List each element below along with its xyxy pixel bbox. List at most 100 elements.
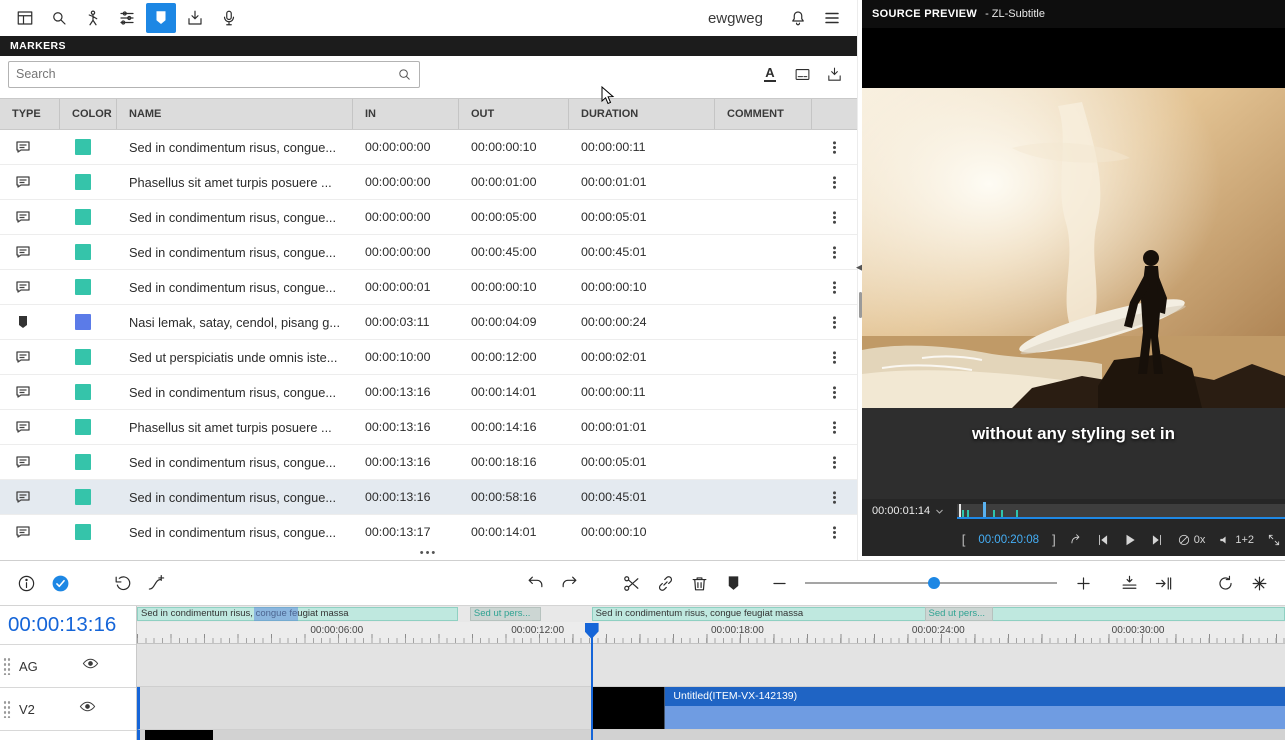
track-drag-handle[interactable]	[3, 700, 11, 718]
preview-scrubber[interactable]	[957, 504, 1285, 519]
color-chip[interactable]	[75, 279, 91, 295]
column-out[interactable]: OUT	[459, 99, 569, 129]
sparkle-icon[interactable]	[1245, 569, 1273, 597]
track-visibility-eye-icon[interactable]	[79, 698, 96, 720]
timeline-ruler[interactable]: 00:00:06:00 00:00:12:00 00:00:18:00 00:0…	[137, 622, 1285, 644]
table-row[interactable]: Sed in condimentum risus, congue... 00:0…	[0, 480, 857, 515]
export-icon[interactable]	[180, 3, 210, 33]
row-menu-button[interactable]	[812, 480, 857, 514]
curve-add-icon[interactable]	[142, 569, 170, 597]
add-marker-icon[interactable]	[719, 569, 747, 597]
subtitle-clip-selection[interactable]	[254, 607, 298, 621]
match-frame-icon[interactable]	[1069, 533, 1083, 547]
effects-icon[interactable]	[78, 3, 108, 33]
color-chip[interactable]	[75, 454, 91, 470]
transport-timecode[interactable]: 00:00:20:08	[978, 534, 1039, 546]
subtitle-clip[interactable]: Sed in condimentum risus, congue feugiat…	[137, 607, 458, 621]
track-header-v2[interactable]: V2	[0, 687, 136, 730]
chevron-down-icon[interactable]	[935, 502, 944, 520]
subtitle-clip[interactable]: Sed ut pers...	[470, 607, 541, 621]
text-style-icon[interactable]: A	[759, 63, 781, 85]
video-viewport[interactable]	[862, 88, 1285, 408]
audio-channels-control[interactable]: 1+2	[1218, 533, 1254, 547]
cut-icon[interactable]	[617, 569, 645, 597]
microphone-icon[interactable]	[214, 3, 244, 33]
row-menu-button[interactable]	[812, 375, 857, 409]
column-color[interactable]: COLOR	[60, 99, 117, 129]
zoom-slider-handle[interactable]	[928, 577, 940, 589]
insert-clip-icon[interactable]	[1115, 569, 1143, 597]
subtitle-clip[interactable]: Sed ut pers...	[925, 607, 994, 621]
table-row[interactable]: Sed in condimentum risus, congue... 00:0…	[0, 375, 857, 410]
redo-icon[interactable]	[555, 569, 583, 597]
play-icon[interactable]	[1123, 533, 1137, 547]
track-visibility-eye-icon[interactable]	[82, 655, 99, 677]
sliders-icon[interactable]	[112, 3, 142, 33]
color-chip[interactable]	[75, 244, 91, 260]
table-row[interactable]: Sed in condimentum risus, congue... 00:0…	[0, 515, 857, 546]
mark-in-button[interactable]: [	[962, 532, 966, 547]
previous-frame-icon[interactable]	[1096, 533, 1110, 547]
preview-position-timecode[interactable]: 00:00:01:14	[872, 505, 930, 517]
color-chip[interactable]	[75, 419, 91, 435]
import-markers-icon[interactable]	[823, 63, 845, 85]
track-drag-handle[interactable]	[3, 657, 11, 675]
table-row[interactable]: Sed in condimentum risus, congue... 00:0…	[0, 270, 857, 305]
color-chip[interactable]	[75, 524, 91, 540]
table-row[interactable]: Sed ut perspiciatis unde omnis iste... 0…	[0, 340, 857, 375]
track-header-ag[interactable]: AG	[0, 644, 136, 687]
row-menu-button[interactable]	[812, 410, 857, 444]
table-row[interactable]: Sed in condimentum risus, congue... 00:0…	[0, 200, 857, 235]
search-input-icon[interactable]	[397, 67, 412, 82]
row-menu-button[interactable]	[812, 165, 857, 199]
column-type[interactable]: TYPE	[0, 99, 60, 129]
row-menu-button[interactable]	[812, 305, 857, 339]
search-box[interactable]	[8, 61, 420, 88]
menu-hamburger-icon[interactable]	[817, 3, 847, 33]
color-chip[interactable]	[75, 139, 91, 155]
row-menu-button[interactable]	[812, 445, 857, 479]
subtitle-view-icon[interactable]	[791, 63, 813, 85]
playback-speed-control[interactable]: 0x	[1177, 533, 1206, 547]
row-menu-button[interactable]	[812, 515, 857, 546]
zoom-slider[interactable]	[805, 582, 1057, 584]
info-icon[interactable]	[12, 569, 40, 597]
color-chip[interactable]	[75, 489, 91, 505]
panel-resize-handle[interactable]: •••	[0, 546, 857, 560]
track-lane-v2[interactable]: Untitled(ITEM-VX-142139)	[137, 687, 1285, 730]
notifications-bell-icon[interactable]	[783, 3, 813, 33]
link-icon[interactable]	[651, 569, 679, 597]
subtitle-track[interactable]: Sed in condimentum risus, congue feugiat…	[137, 606, 1285, 622]
row-menu-button[interactable]	[812, 270, 857, 304]
row-menu-button[interactable]	[812, 340, 857, 374]
mark-out-button[interactable]: ]	[1052, 532, 1056, 547]
column-name[interactable]: NAME	[117, 99, 353, 129]
delete-icon[interactable]	[685, 569, 713, 597]
fullscreen-icon[interactable]	[1267, 533, 1281, 547]
row-menu-button[interactable]	[812, 235, 857, 269]
zoom-in-icon[interactable]	[1069, 569, 1097, 597]
table-row[interactable]: Sed in condimentum risus, congue... 00:0…	[0, 445, 857, 480]
select-check-icon[interactable]	[46, 569, 74, 597]
track-header-partial[interactable]	[0, 730, 136, 740]
zoom-out-icon[interactable]	[765, 569, 793, 597]
column-comment[interactable]: COMMENT	[715, 99, 812, 129]
table-row[interactable]: Phasellus sit amet turpis posuere ... 00…	[0, 410, 857, 445]
playhead-timecode[interactable]: 00:00:13:16	[0, 606, 136, 644]
table-row[interactable]: Phasellus sit amet turpis posuere ... 00…	[0, 165, 857, 200]
search-input[interactable]	[16, 67, 397, 81]
scrubber-playhead[interactable]	[983, 502, 986, 519]
track-lane-partial[interactable]	[137, 730, 1285, 740]
video-clip[interactable]: Untitled(ITEM-VX-142139)	[593, 687, 1285, 729]
search-icon[interactable]	[44, 3, 74, 33]
row-menu-button[interactable]	[812, 200, 857, 234]
track-lane-ag[interactable]	[137, 644, 1285, 687]
undo-icon[interactable]	[521, 569, 549, 597]
markers-tool-icon[interactable]	[146, 3, 176, 33]
row-menu-button[interactable]	[812, 130, 857, 164]
table-row[interactable]: Nasi lemak, satay, cendol, pisang g... 0…	[0, 305, 857, 340]
column-duration[interactable]: DURATION	[569, 99, 715, 129]
color-chip[interactable]	[75, 174, 91, 190]
history-icon[interactable]	[108, 569, 136, 597]
table-row[interactable]: Sed in condimentum risus, congue... 00:0…	[0, 130, 857, 165]
